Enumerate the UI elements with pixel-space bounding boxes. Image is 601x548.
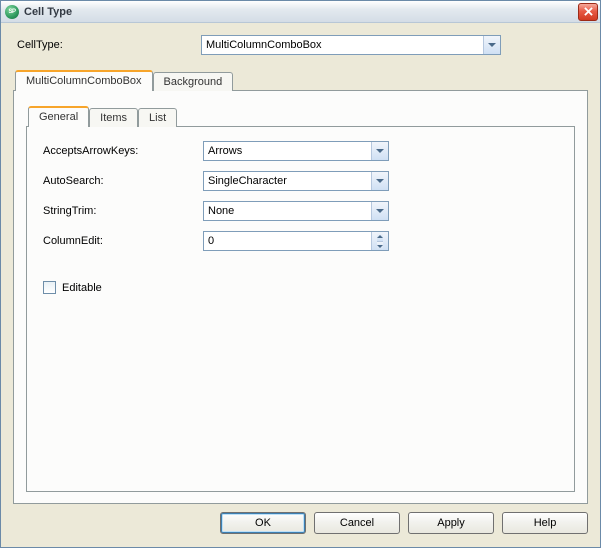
ok-button[interactable]: OK bbox=[220, 512, 306, 534]
auto-search-value: SingleCharacter bbox=[208, 175, 371, 187]
chevron-down-icon bbox=[377, 245, 383, 248]
celltype-combo-text: MultiColumnComboBox bbox=[206, 39, 483, 51]
auto-search-combo[interactable]: SingleCharacter bbox=[203, 171, 389, 191]
row-accepts-arrow-keys: AcceptsArrowKeys: Arrows bbox=[43, 141, 558, 161]
tab-label: General bbox=[39, 111, 78, 123]
help-button-label: Help bbox=[534, 517, 557, 529]
tab-label: Items bbox=[100, 112, 127, 124]
column-edit-spinner[interactable]: 0 bbox=[203, 231, 389, 251]
outer-tabstrip: MultiColumnComboBox Background bbox=[13, 69, 588, 90]
column-edit-value: 0 bbox=[204, 232, 371, 250]
outer-tab-panel: General Items List AcceptsArrowKeys: bbox=[13, 90, 588, 504]
celltype-combo[interactable]: MultiColumnComboBox bbox=[201, 35, 501, 55]
tab-label: Background bbox=[164, 76, 223, 88]
auto-search-label: AutoSearch: bbox=[43, 175, 203, 187]
column-edit-spin-down[interactable] bbox=[377, 241, 383, 250]
inner-tab-panel: AcceptsArrowKeys: Arrows bbox=[26, 126, 575, 492]
column-edit-spin-up[interactable] bbox=[377, 232, 383, 241]
accepts-arrow-keys-combo[interactable]: Arrows bbox=[203, 141, 389, 161]
window-title: Cell Type bbox=[24, 6, 578, 18]
accepts-arrow-keys-label: AcceptsArrowKeys: bbox=[43, 145, 203, 157]
chevron-down-icon bbox=[376, 209, 384, 213]
tab-list[interactable]: List bbox=[138, 108, 177, 127]
apply-button-label: Apply bbox=[437, 517, 465, 529]
string-trim-combo-button[interactable] bbox=[371, 202, 388, 220]
inner-tab-control: General Items List AcceptsArrowKeys: bbox=[26, 105, 575, 492]
string-trim-combo[interactable]: None bbox=[203, 201, 389, 221]
tab-multicolumncombobox[interactable]: MultiColumnComboBox bbox=[15, 70, 153, 91]
cancel-button[interactable]: Cancel bbox=[314, 512, 400, 534]
chevron-down-icon bbox=[376, 149, 384, 153]
titlebar: Cell Type bbox=[1, 1, 600, 23]
column-edit-label: ColumnEdit: bbox=[43, 235, 203, 247]
help-button[interactable]: Help bbox=[502, 512, 588, 534]
close-button[interactable] bbox=[578, 3, 598, 21]
accepts-arrow-keys-value: Arrows bbox=[208, 145, 371, 157]
accepts-arrow-keys-combo-button[interactable] bbox=[371, 142, 388, 160]
cell-type-dialog: Cell Type CellType: MultiColumnComboBox … bbox=[0, 0, 601, 548]
string-trim-label: StringTrim: bbox=[43, 205, 203, 217]
ok-button-label: OK bbox=[255, 517, 271, 529]
row-editable: Editable bbox=[43, 281, 558, 294]
celltype-combo-button[interactable] bbox=[483, 36, 500, 54]
close-icon bbox=[584, 7, 593, 16]
row-auto-search: AutoSearch: SingleCharacter bbox=[43, 171, 558, 191]
string-trim-value: None bbox=[208, 205, 371, 217]
chevron-down-icon bbox=[376, 179, 384, 183]
editable-checkbox[interactable] bbox=[43, 281, 56, 294]
apply-button[interactable]: Apply bbox=[408, 512, 494, 534]
row-string-trim: StringTrim: None bbox=[43, 201, 558, 221]
outer-tab-control: MultiColumnComboBox Background General I… bbox=[13, 69, 588, 504]
editable-label: Editable bbox=[62, 282, 102, 294]
column-edit-spin-buttons bbox=[371, 232, 388, 250]
tab-general[interactable]: General bbox=[28, 106, 89, 127]
tab-items[interactable]: Items bbox=[89, 108, 138, 127]
dialog-button-row: OK Cancel Apply Help bbox=[13, 504, 588, 534]
tab-label: List bbox=[149, 112, 166, 124]
celltype-label: CellType: bbox=[13, 39, 201, 51]
row-column-edit: ColumnEdit: 0 bbox=[43, 231, 558, 251]
app-icon bbox=[5, 5, 19, 19]
inner-tabstrip: General Items List bbox=[26, 105, 575, 126]
celltype-row: CellType: MultiColumnComboBox bbox=[13, 35, 588, 55]
tab-label: MultiColumnComboBox bbox=[26, 75, 142, 87]
chevron-down-icon bbox=[488, 43, 496, 47]
tab-background[interactable]: Background bbox=[153, 72, 234, 91]
chevron-up-icon bbox=[377, 235, 383, 238]
cancel-button-label: Cancel bbox=[340, 517, 374, 529]
client-area: CellType: MultiColumnComboBox MultiColum… bbox=[1, 23, 600, 547]
auto-search-combo-button[interactable] bbox=[371, 172, 388, 190]
